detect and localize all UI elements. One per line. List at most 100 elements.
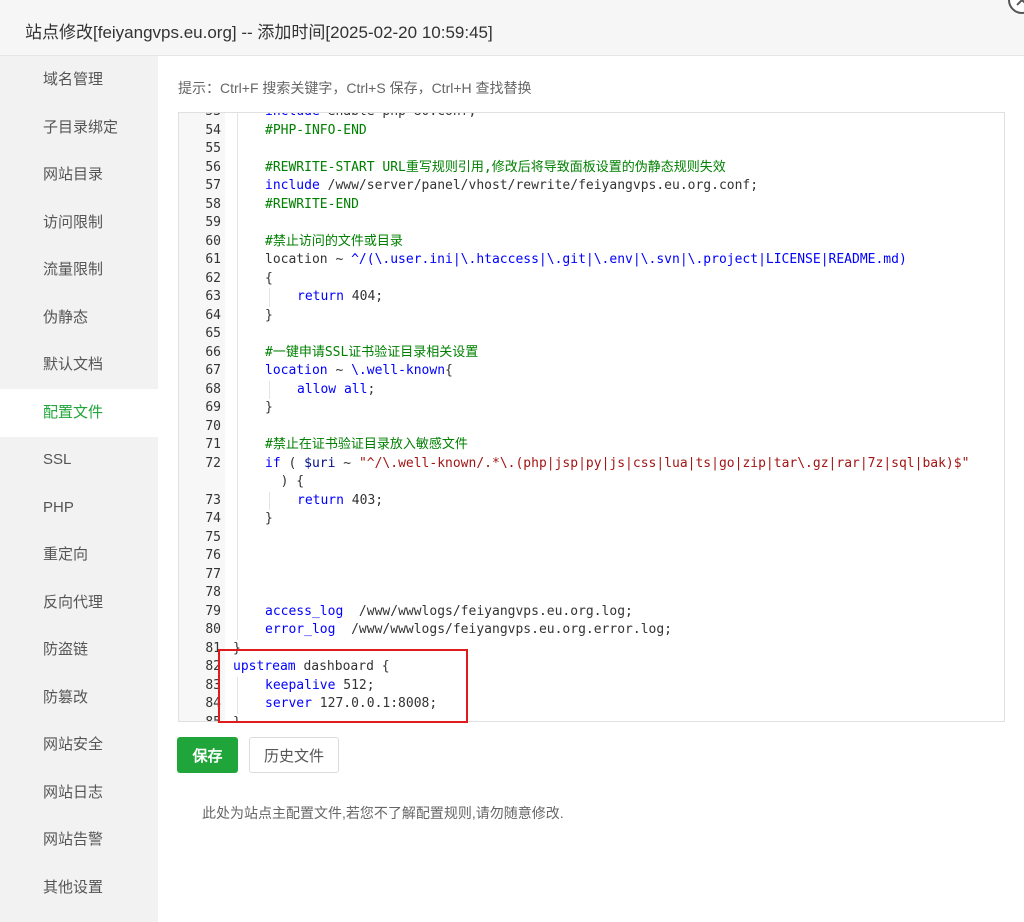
code-text: location ~ ^/(\.user.ini|\.htaccess|\.gi… — [265, 251, 907, 270]
sidebar-item[interactable]: 防盗链 — [0, 626, 158, 674]
code-text: return 404; — [297, 288, 383, 307]
code-text: location ~ \.well-known{ — [265, 362, 453, 381]
code-text: return 403; — [297, 492, 383, 511]
code-token: #PHP-INFO-END — [265, 122, 367, 138]
code-text: #禁止访问的文件或目录 — [265, 233, 403, 252]
indent-guide — [237, 113, 238, 122]
code-line: 64} — [179, 306, 1004, 325]
code-text: #REWRITE-START URL重写规则引用,修改后将导致面板设置的伪静态规… — [265, 159, 726, 178]
code-token: } — [265, 307, 273, 323]
history-files-button[interactable]: 历史文件 — [249, 737, 339, 773]
sidebar-item[interactable]: 网站日志 — [0, 769, 158, 817]
code-line: 75 — [179, 528, 1004, 547]
code-token: ~ — [335, 455, 359, 471]
indent-guide — [269, 380, 270, 399]
code-line: 85} — [179, 714, 1004, 722]
indent-guide — [237, 417, 238, 436]
line-number: 83 — [205, 677, 221, 693]
sidebar-item[interactable]: 其他设置 — [0, 864, 158, 912]
line-number: 78 — [205, 585, 221, 600]
code-token: ^/(\.user.ini|\.htaccess|\.git|\.env|\.s… — [351, 252, 907, 267]
code-line: 59 — [179, 214, 1004, 233]
code-line: 61 location ~ ^/(\.user.ini|\.htaccess|\.… — [179, 251, 1004, 270]
code-line: 83 keepalive 512; — [179, 676, 1004, 695]
sidebar-item[interactable]: 反向代理 — [0, 579, 158, 627]
line-number: 71 — [205, 437, 221, 452]
code-token: #禁止在证书验证目录放入敏感文件 — [265, 437, 468, 452]
code-line: 72 if ( $uri ~ "^/\.well-known/.*\.(php|j… — [179, 454, 1004, 473]
line-number: 84 — [205, 696, 221, 711]
indent-guide — [237, 325, 238, 344]
code-line: 57 include /www/server/panel/vhost/rewrit… — [179, 177, 1004, 196]
code-token: ( — [280, 455, 305, 471]
code-line: 55 — [179, 140, 1004, 159]
code-token: /www/server/panel/vhost/rewrite/feiyangv… — [319, 178, 759, 193]
sidebar-item[interactable]: 子目录绑定 — [0, 104, 158, 152]
sidebar-item[interactable]: 网站告警 — [0, 816, 158, 864]
line-number: 75 — [205, 529, 221, 545]
config-code-editor[interactable]: 53 include enable-php-80.conf; 54 #PHP-INFO… — [178, 112, 1005, 722]
code-token: if — [265, 455, 281, 471]
sidebar-item[interactable]: 重定向 — [0, 531, 158, 579]
code-token: server — [265, 696, 312, 711]
indent-guide — [237, 306, 238, 325]
code-token: 127.0.0.1:8008; — [311, 696, 438, 711]
sidebar-item[interactable]: SSL — [0, 436, 158, 484]
line-number: 60 — [205, 233, 221, 249]
line-number: 65 — [205, 326, 221, 341]
sidebar-item[interactable]: 网站目录 — [0, 151, 158, 199]
code-token: 404; — [343, 289, 384, 304]
code-token: return — [297, 289, 344, 304]
code-token: /www/wwwlogs/feiyangvps.eu.org.log; — [343, 603, 633, 619]
save-button[interactable]: 保存 — [177, 737, 238, 773]
sidebar-item[interactable]: PHP — [0, 484, 158, 532]
code-line: 68 allow all; — [179, 380, 1004, 400]
code-token: all — [343, 381, 368, 397]
line-number: 62 — [205, 270, 221, 286]
sidebar-item[interactable]: 域名管理 — [0, 56, 158, 104]
line-number: 74 — [205, 511, 221, 526]
dialog-titlebar: 站点修改[feiyangvps.eu.org] -- 添加时间[2025-02-… — [0, 0, 1024, 56]
code-token: $uri — [304, 455, 336, 471]
code-token: { — [265, 270, 273, 286]
code-text: } — [265, 399, 273, 418]
sidebar-item[interactable]: 默认文档 — [0, 341, 158, 389]
sidebar-item[interactable]: 网站安全 — [0, 721, 158, 769]
code-line: 54 #PHP-INFO-END — [179, 121, 1004, 141]
indent-guide — [237, 158, 238, 177]
indent-guide — [237, 473, 238, 492]
code-line: 66 #一键申请SSL证书验证目录相关设置 — [179, 343, 1004, 362]
sidebar-item[interactable]: 防篡改 — [0, 674, 158, 722]
line-number: 57 — [205, 178, 221, 193]
code-token: } — [233, 640, 241, 656]
indent-guide — [237, 232, 238, 251]
code-line: 65 — [179, 325, 1004, 344]
code-token: } — [265, 511, 273, 526]
code-text: server 127.0.0.1:8008; — [265, 695, 437, 714]
line-number: 53 — [179, 113, 221, 122]
code-line: 71 #禁止在证书验证目录放入敏感文件 — [179, 436, 1004, 455]
code-text: access_log /www/wwwlogs/feiyangvps.eu.or… — [265, 603, 633, 622]
indent-guide — [237, 214, 238, 233]
code-token: #REWRITE-START URL重写规则引用,修改后将导致面板设置的伪静态规… — [265, 159, 726, 175]
sidebar-item[interactable]: 配置文件 — [0, 388, 158, 437]
code-text: allow all; — [297, 381, 375, 400]
code-text: error_log /www/wwwlogs/feiyangvps.eu.org… — [265, 621, 672, 640]
indent-guide — [237, 547, 238, 566]
sidebar-item[interactable]: 伪静态 — [0, 294, 158, 342]
sidebar-item[interactable]: 访问限制 — [0, 199, 158, 247]
indent-guide — [237, 121, 238, 140]
indent-guide — [237, 565, 238, 584]
indent-guide — [237, 510, 238, 529]
code-line: 67 location ~ \.well-known{ — [179, 362, 1004, 381]
indent-guide — [237, 454, 238, 473]
indent-guide — [237, 602, 238, 621]
code-token: location ~ — [265, 252, 352, 267]
sidebar-item[interactable]: 流量限制 — [0, 246, 158, 294]
code-line: 58 #REWRITE-END — [179, 195, 1004, 215]
code-text: #PHP-INFO-END — [265, 122, 367, 141]
indent-guide — [237, 251, 238, 270]
line-number: 79 — [205, 603, 221, 619]
code-token: location — [265, 363, 328, 378]
code-text: #REWRITE-END — [265, 196, 359, 215]
